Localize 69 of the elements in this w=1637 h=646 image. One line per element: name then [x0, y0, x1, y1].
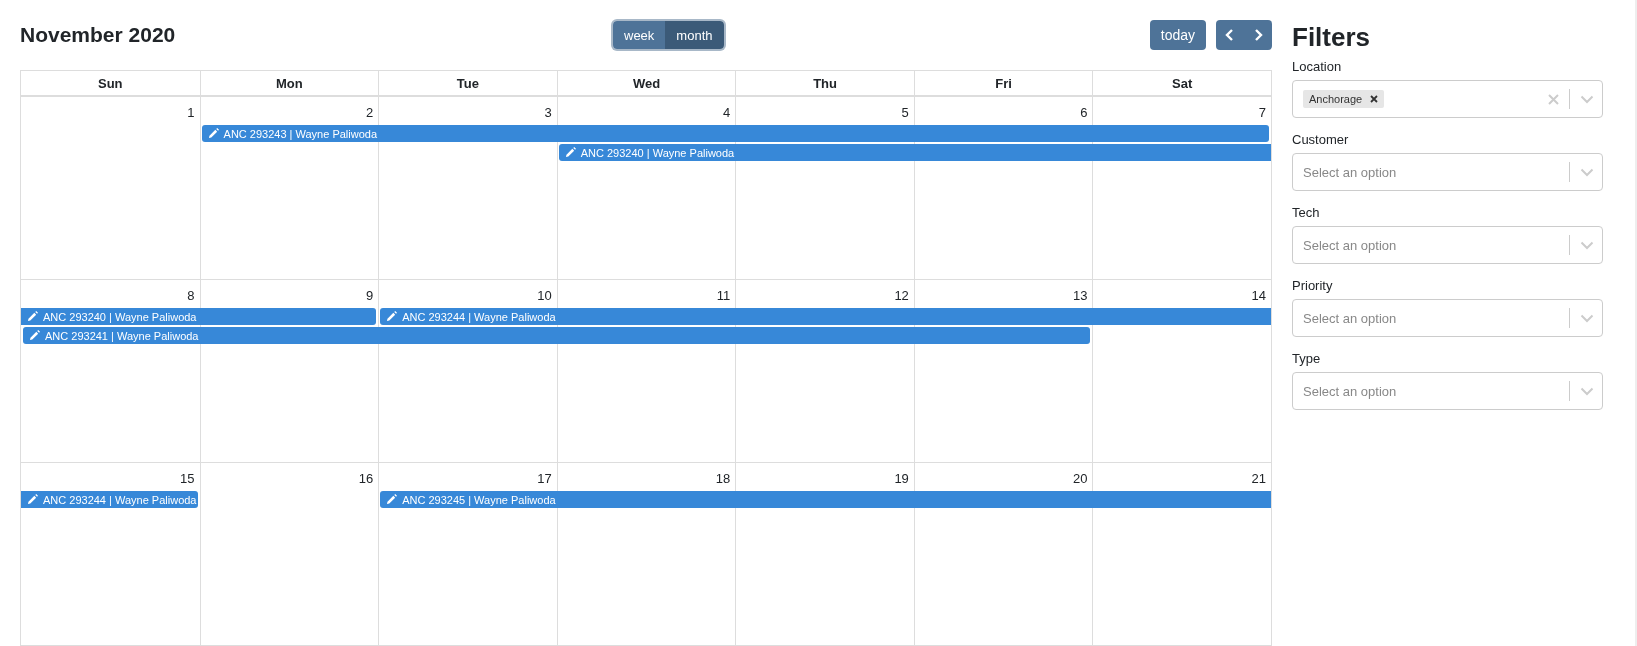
- day-number[interactable]: 20: [1072, 470, 1088, 486]
- calendar-event[interactable]: ANC 293243 | Wayne Paliwoda: [201, 125, 1269, 142]
- view-toggle[interactable]: month: [665, 21, 724, 49]
- day-number[interactable]: 17: [537, 470, 552, 486]
- chevron-down-icon[interactable]: [1580, 313, 1594, 323]
- day-number[interactable]: 15: [180, 470, 195, 486]
- chevron-down-icon[interactable]: [1580, 240, 1594, 250]
- field-label: Tech: [1292, 205, 1321, 220]
- weekday-header: Thu: [813, 75, 837, 91]
- day-number[interactable]: 19: [894, 470, 909, 486]
- calendar-event[interactable]: ANC 293241 | Wayne Paliwoda: [23, 327, 1091, 344]
- weekday-header: Wed: [632, 75, 661, 91]
- remove-icon[interactable]: [1370, 95, 1379, 103]
- day-number[interactable]: 21: [1251, 470, 1266, 486]
- day-number[interactable]: 11: [716, 287, 731, 303]
- day-number[interactable]: 10: [537, 287, 552, 303]
- select-field[interactable]: Select an option: [1292, 153, 1603, 191]
- pencil-icon: [386, 311, 398, 322]
- weekday-header: Sat: [1172, 75, 1193, 91]
- day-number[interactable]: 16: [358, 470, 374, 486]
- select-field[interactable]: Select an option: [1292, 299, 1603, 337]
- chevron-down-icon[interactable]: [1580, 94, 1594, 104]
- day-number[interactable]: 2: [365, 104, 374, 120]
- next-button[interactable]: [1244, 20, 1272, 50]
- filters-title: Filters: [1292, 22, 1372, 53]
- clear-icon[interactable]: [1548, 93, 1559, 105]
- calendar-event[interactable]: ANC 293245 | Wayne Paliwoda: [380, 491, 1271, 508]
- day-number[interactable]: 18: [715, 470, 731, 486]
- weekday-header: Mon: [276, 75, 303, 91]
- day-number[interactable]: 12: [894, 287, 909, 303]
- field-label: Priority: [1292, 278, 1334, 293]
- calendar-event[interactable]: ANC 293240 | Wayne Paliwoda: [558, 144, 1271, 161]
- day-number[interactable]: 7: [1258, 104, 1266, 120]
- calendar-event[interactable]: ANC 293240 | Wayne Paliwoda: [21, 308, 377, 325]
- pencil-icon: [27, 494, 38, 505]
- weekday-header: Fri: [995, 75, 1012, 91]
- day-number[interactable]: 5: [901, 104, 909, 120]
- calendar-event[interactable]: ANC 293244 | Wayne Paliwoda: [21, 491, 198, 508]
- previous-button[interactable]: [1216, 20, 1244, 50]
- day-number[interactable]: 13: [1072, 287, 1088, 303]
- pencil-icon: [207, 128, 219, 139]
- select-field[interactable]: Select an option: [1292, 226, 1603, 264]
- chevron-down-icon[interactable]: [1580, 167, 1594, 177]
- day-number[interactable]: 4: [723, 104, 731, 120]
- selected-tag: Anchorage: [1303, 90, 1385, 108]
- day-number[interactable]: 14: [1251, 287, 1266, 303]
- view-toggle[interactable]: week: [613, 21, 666, 49]
- pencil-icon: [29, 330, 40, 341]
- select-field[interactable]: Anchorage: [1292, 80, 1603, 118]
- chevron-left-icon: [1224, 28, 1236, 42]
- pencil-icon: [564, 147, 576, 158]
- weekday-header: Tue: [456, 75, 479, 91]
- today-button[interactable]: today: [1149, 20, 1206, 50]
- field-label: Customer: [1292, 132, 1350, 147]
- day-number[interactable]: 8: [187, 287, 195, 303]
- pencil-icon: [27, 311, 38, 322]
- day-number[interactable]: 9: [365, 287, 374, 303]
- field-label: Type: [1292, 351, 1322, 366]
- calendar-event[interactable]: ANC 293244 | Wayne Paliwoda: [380, 308, 1271, 325]
- select-field[interactable]: Select an option: [1292, 372, 1603, 410]
- day-number[interactable]: 1: [187, 104, 195, 120]
- pencil-icon: [386, 494, 398, 505]
- day-number[interactable]: 3: [544, 104, 552, 120]
- chevron-down-icon[interactable]: [1580, 386, 1594, 396]
- weekday-header: Sun: [98, 75, 123, 91]
- field-label: Location: [1292, 59, 1343, 74]
- calendar-title: November 2020: [20, 23, 177, 47]
- chevron-right-icon: [1252, 28, 1264, 42]
- day-number[interactable]: 6: [1080, 104, 1088, 120]
